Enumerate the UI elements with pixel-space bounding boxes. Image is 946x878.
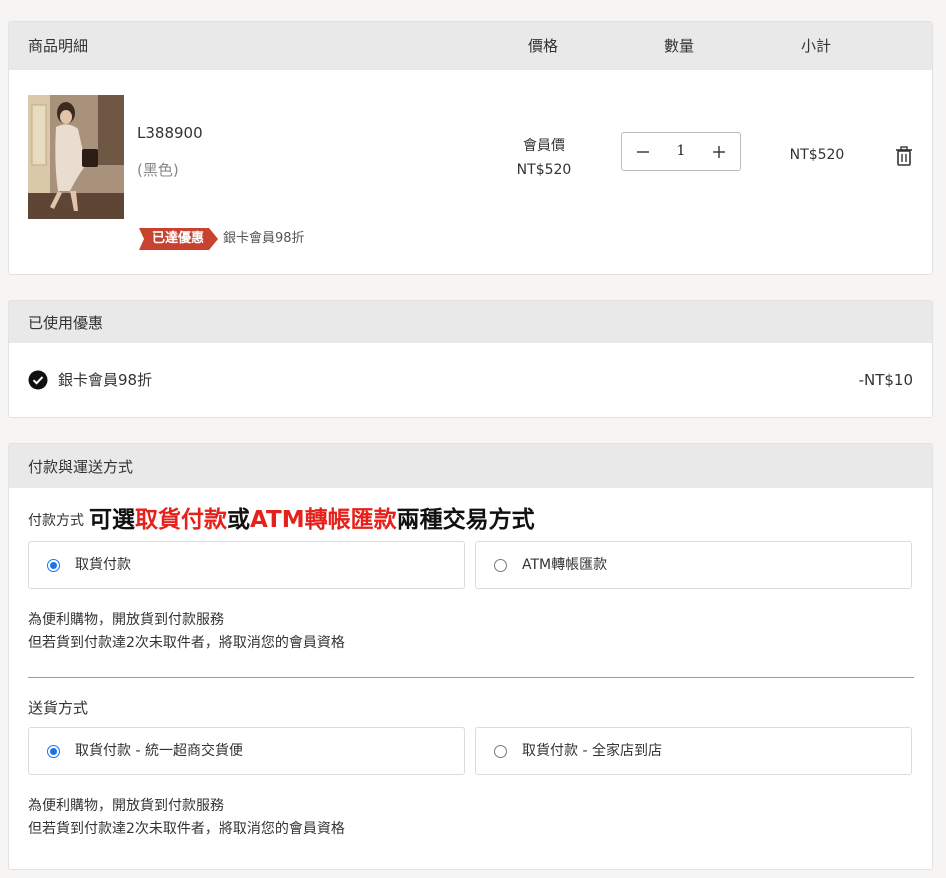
payment-shipping-header: 付款與運送方式: [9, 444, 932, 488]
shipping-option-label: 取貨付款 - 全家店到店: [522, 743, 662, 759]
check-circle-icon: [28, 370, 48, 390]
payment-option-label: 取貨付款: [75, 557, 131, 573]
quantity-input[interactable]: 1: [662, 133, 700, 170]
promo-tag: 已達優惠: [139, 228, 218, 250]
payment-method-heading: 付款方式 可選取貨付款或ATM轉帳匯款兩種交易方式: [28, 500, 535, 534]
header-price: 價格: [528, 37, 559, 55]
promo-description: 銀卡會員98折: [223, 231, 305, 246]
radio-unselected[interactable]: [494, 745, 507, 758]
discount-amount: -NT$10: [858, 371, 913, 389]
radio-selected[interactable]: [47, 745, 60, 758]
header-details: 商品明細: [28, 37, 89, 55]
note-line: 為便利購物，開放貨到付款服務: [28, 612, 224, 628]
shipping-method-label: 送貨方式: [28, 699, 89, 717]
note-line: 但若貨到付款達2次未取件者，將取消您的會員資格: [28, 821, 345, 837]
shipping-note: 為便利購物，開放貨到付款服務 但若貨到付款達2次未取件者，將取消您的會員資格: [28, 795, 345, 841]
plus-icon[interactable]: [700, 133, 738, 170]
payment-option-cod[interactable]: 取貨付款: [28, 541, 465, 589]
payment-method-label: 付款方式: [28, 513, 84, 529]
note-line: 但若貨到付款達2次未取件者，將取消您的會員資格: [28, 635, 345, 651]
product-sku[interactable]: L388900: [137, 124, 203, 142]
payment-note: 為便利購物，開放貨到付款服務 但若貨到付款達2次未取件者，將取消您的會員資格: [28, 609, 345, 655]
used-discounts-title: 已使用優惠: [28, 314, 104, 332]
divider: [28, 677, 914, 678]
note-line: 為便利購物，開放貨到付款服務: [28, 798, 224, 814]
shipping-option-familymart[interactable]: 取貨付款 - 全家店到店: [475, 727, 912, 775]
minus-icon[interactable]: [624, 133, 662, 170]
shipping-option-label: 取貨付款 - 統一超商交貨便: [75, 743, 243, 759]
cart-table-header: 商品明細 價格 數量 小計: [9, 22, 932, 70]
header-quantity: 數量: [664, 37, 695, 55]
quantity-stepper: 1: [621, 132, 741, 171]
row-subtotal: NT$520: [789, 147, 845, 163]
payment-option-label: ATM轉帳匯款: [522, 557, 608, 573]
payment-shipping-card: 付款與運送方式 付款方式 可選取貨付款或ATM轉帳匯款兩種交易方式 取貨付款 AT…: [8, 443, 933, 870]
cart-items-card: 商品明細 價格 數量 小計 L388900 (黑色) 已達優惠 銀卡會員98折 …: [8, 21, 933, 275]
payment-shipping-title: 付款與運送方式: [28, 458, 134, 476]
trash-icon[interactable]: [895, 146, 913, 166]
product-price: 會員價 NT$520: [499, 134, 589, 182]
headline-part3: 或: [227, 507, 250, 533]
member-price-label: 會員價: [523, 138, 565, 154]
headline-part2: 取貨付款: [135, 507, 227, 533]
headline-part1: 可選: [89, 507, 135, 533]
radio-unselected[interactable]: [494, 559, 507, 572]
header-subtotal: 小計: [801, 37, 832, 55]
radio-selected[interactable]: [47, 559, 60, 572]
headline-part4: ATM轉帳匯款: [250, 507, 397, 533]
product-variant: (黑色): [137, 161, 179, 179]
product-thumbnail[interactable]: [28, 95, 124, 219]
used-discounts-header: 已使用優惠: [9, 301, 932, 343]
headline-part5: 兩種交易方式: [396, 507, 535, 533]
used-discounts-card: 已使用優惠 銀卡會員98折 -NT$10: [8, 300, 933, 418]
shipping-option-7eleven[interactable]: 取貨付款 - 統一超商交貨便: [28, 727, 465, 775]
discount-label: 銀卡會員98折: [58, 371, 153, 389]
payment-option-atm[interactable]: ATM轉帳匯款: [475, 541, 912, 589]
member-price-value: NT$520: [516, 162, 572, 178]
